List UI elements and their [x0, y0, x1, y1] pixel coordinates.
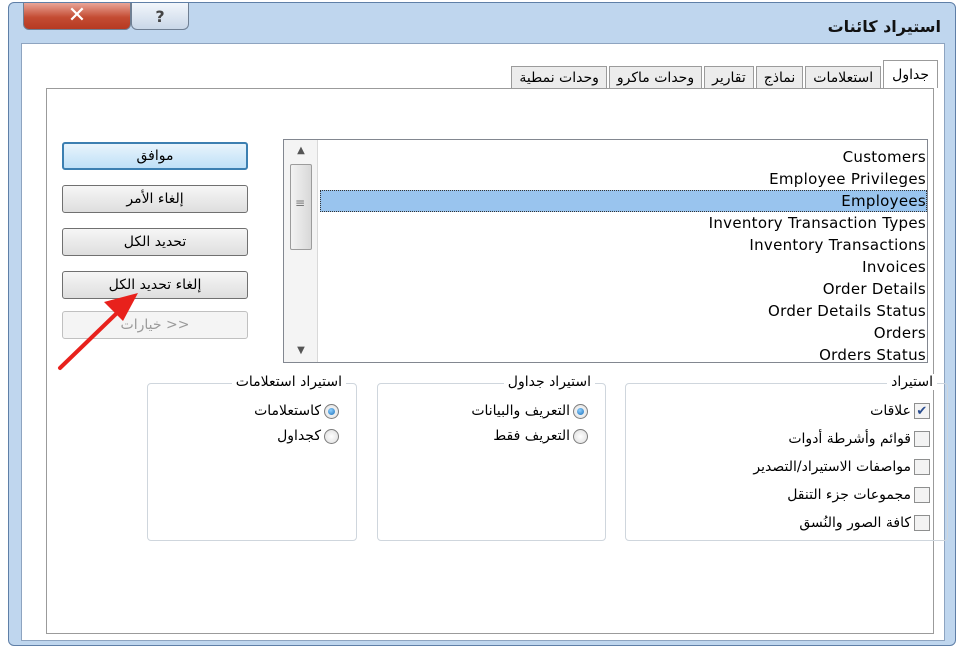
help-button[interactable]: ? — [131, 3, 189, 30]
import-queries-group-title: استيراد استعلامات — [231, 374, 346, 390]
ok-button[interactable]: موافق — [62, 142, 248, 170]
tab-tables[interactable]: جداول — [883, 60, 938, 88]
images-themes-checkbox[interactable]: كافة الصور والنُسق — [799, 515, 930, 531]
list-item[interactable]: Orders — [320, 322, 927, 344]
select-all-button[interactable]: تحديد الكل — [62, 228, 248, 256]
list-item-selected[interactable]: Employees — [320, 190, 927, 212]
list-item[interactable]: Order Details Status — [320, 300, 927, 322]
import-objects-dialog: ✕ ? استيراد كائنات جداول استعلامات نماذج… — [8, 2, 956, 646]
import-group: استيراد ✔ علاقات قوائم وأشرطة أدوات مواص… — [625, 374, 948, 541]
tab-panel: ▲ ≡ ▼ Customers Employee Privileges Empl… — [46, 88, 948, 634]
list-item[interactable]: Invoices — [320, 256, 927, 278]
list-item[interactable]: Orders Status — [320, 344, 927, 362]
tables-listbox[interactable]: ▲ ≡ ▼ Customers Employee Privileges Empl… — [283, 139, 928, 363]
definition-and-data-radio[interactable]: التعريف والبيانات — [471, 403, 588, 419]
grip-icon: ≡ — [295, 196, 306, 210]
tab-macros[interactable]: وحدات ماكرو — [608, 66, 703, 88]
scroll-down-icon[interactable]: ▼ — [284, 340, 318, 362]
tab-modules[interactable]: وحدات نمطية — [511, 66, 607, 88]
close-button[interactable]: ✕ — [23, 3, 131, 30]
import-tables-group: استيراد جداول التعريف والبيانات التعريف … — [377, 374, 606, 541]
tab-strip: جداول استعلامات نماذج تقارير وحدات ماكرو… — [509, 60, 938, 88]
list-item[interactable]: Inventory Transaction Types — [320, 212, 927, 234]
cancel-button[interactable]: إلغاء الأمر — [62, 185, 248, 213]
list-item[interactable]: Order Details — [320, 278, 927, 300]
import-export-specs-checkbox[interactable]: مواصفات الاستيراد/التصدير — [753, 459, 930, 475]
deselect-all-button[interactable]: إلغاء تحديد الكل — [62, 271, 248, 299]
dialog-title: استيراد كائنات — [827, 17, 941, 36]
import-group-title: استيراد — [887, 374, 937, 390]
relationships-checkbox[interactable]: ✔ علاقات — [870, 403, 930, 419]
close-icon: ✕ — [67, 3, 87, 28]
options-button[interactable]: خيارات >> — [62, 311, 248, 339]
dialog-client-area: جداول استعلامات نماذج تقارير وحدات ماكرو… — [21, 43, 948, 641]
help-icon: ? — [155, 6, 165, 26]
nav-pane-groups-checkbox[interactable]: مجموعات جزء التنقل — [787, 487, 930, 503]
menus-toolbars-checkbox[interactable]: قوائم وأشرطة أدوات — [788, 431, 930, 447]
import-queries-group: استيراد استعلامات كاستعلامات كجداول — [147, 374, 357, 541]
checkmark-icon: ✔ — [914, 403, 930, 419]
tab-reports[interactable]: تقارير — [704, 66, 754, 88]
vertical-scrollbar[interactable]: ▲ ≡ ▼ — [284, 140, 318, 362]
as-tables-radio[interactable]: كجداول — [277, 428, 339, 444]
list-item[interactable]: Employee Privileges — [320, 168, 927, 190]
list-item[interactable]: Customers — [320, 146, 927, 168]
definition-only-radio[interactable]: التعريف فقط — [493, 428, 588, 444]
list-item[interactable]: Inventory Transactions — [320, 234, 927, 256]
as-queries-radio[interactable]: كاستعلامات — [254, 403, 339, 419]
list-items: Customers Employee Privileges Employees … — [320, 146, 927, 362]
tab-forms[interactable]: نماذج — [755, 66, 804, 88]
scroll-up-icon[interactable]: ▲ — [284, 140, 318, 162]
import-tables-group-title: استيراد جداول — [503, 374, 595, 390]
tab-queries[interactable]: استعلامات — [805, 66, 882, 88]
